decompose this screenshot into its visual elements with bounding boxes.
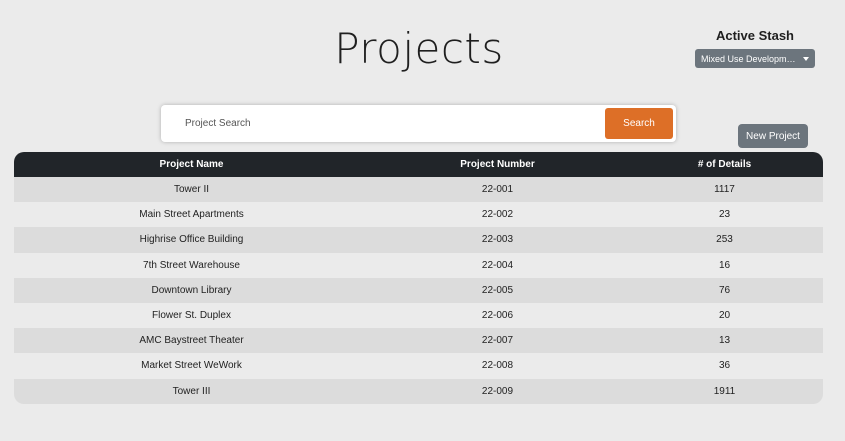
cell-project-number: 22-001: [481, 184, 514, 196]
cell-project-name: Flower St. Duplex: [152, 310, 231, 322]
cell-project-name: Downtown Library: [151, 284, 232, 296]
projects-page: Projects Active Stash Mixed Use Developm…: [0, 0, 845, 441]
cell-detail-count: 20: [718, 310, 731, 322]
cell-project-name: Tower II: [173, 184, 209, 196]
cell-project-number: 22-006: [481, 310, 514, 322]
active-stash-label: Active Stash: [715, 28, 795, 43]
cell-detail-count: 1117: [714, 184, 735, 196]
cell-detail-count: 1911: [713, 385, 736, 397]
table-row[interactable]: Tower II 22-001 1117: [14, 177, 823, 203]
cell-detail-count: 23: [718, 209, 731, 221]
cell-project-name: Market Street WeWork: [141, 360, 242, 372]
cell-project-number: 22-008: [481, 360, 514, 372]
cell-project-number: 22-003: [481, 234, 514, 246]
table-row[interactable]: Flower St. Duplex 22-006 20: [14, 302, 823, 329]
header-project-number[interactable]: Project Number: [369, 159, 626, 170]
cell-project-number: 22-002: [481, 209, 514, 221]
header-project-name[interactable]: Project Name: [14, 159, 369, 170]
cell-project-name: Main Street Apartments: [139, 209, 244, 221]
project-search-input[interactable]: [167, 109, 605, 138]
projects-table: Project Name Project Number # of Details…: [14, 152, 823, 404]
cell-project-number: 22-009: [481, 385, 514, 397]
table-row[interactable]: Market Street WeWork 22-008 36: [14, 353, 823, 379]
table-row[interactable]: Highrise Office Building 22-003 253: [14, 227, 823, 253]
cell-detail-count: 253: [716, 234, 733, 246]
table-row[interactable]: Tower III 22-009 1911: [14, 378, 823, 404]
cell-project-name: 7th Street Warehouse: [143, 259, 240, 271]
table-body: Tower II 22-001 1117 Main Street Apartme…: [14, 177, 823, 404]
search-bar: Search: [161, 105, 676, 142]
table-row[interactable]: 7th Street Warehouse 22-004 16: [14, 252, 823, 278]
table-row[interactable]: AMC Baystreet Theater 22-007 13: [14, 328, 823, 354]
active-stash-dropdown[interactable]: Mixed Use Development: [695, 49, 815, 68]
cell-project-name: AMC Baystreet Theater: [139, 335, 244, 347]
search-button[interactable]: Search: [605, 108, 673, 139]
cell-detail-count: 36: [718, 360, 731, 372]
active-stash-value: Mixed Use Development: [701, 53, 797, 64]
cell-project-number: 22-007: [481, 335, 514, 347]
header-detail-count[interactable]: # of Details: [626, 159, 823, 170]
cell-detail-count: 76: [718, 284, 731, 296]
chevron-down-icon: [803, 56, 809, 61]
active-stash-panel: Active Stash Mixed Use Development: [695, 28, 815, 68]
cell-detail-count: 13: [718, 335, 731, 347]
cell-project-number: 22-004: [481, 259, 514, 271]
new-project-button[interactable]: New Project: [738, 124, 808, 148]
cell-project-name: Tower III: [172, 385, 211, 397]
table-row[interactable]: Main Street Apartments 22-002 23: [14, 202, 823, 228]
cell-detail-count: 16: [718, 259, 731, 271]
table-header: Project Name Project Number # of Details: [14, 152, 823, 177]
cell-project-number: 22-005: [481, 284, 514, 296]
cell-project-name: Highrise Office Building: [139, 234, 244, 246]
table-row[interactable]: Downtown Library 22-005 76: [14, 277, 823, 303]
